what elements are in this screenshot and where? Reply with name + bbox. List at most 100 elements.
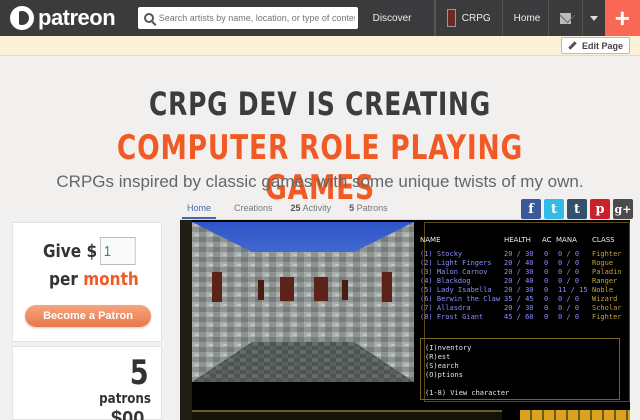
party-name: (7) Allasdra — [420, 304, 471, 312]
game-screenshot[interactable]: NAME HEALTH AC MANA CLASS (1) Stocky 20 /… — [180, 220, 630, 420]
party-class: Rogue — [592, 259, 614, 267]
month-label: month — [83, 269, 139, 290]
tab-patrons[interactable]: 5 Patrons — [349, 203, 388, 219]
party-name: (4) Blackdog — [420, 277, 471, 285]
party-class: Paladin — [592, 268, 622, 276]
logo-text: patreon — [38, 5, 116, 30]
party-class: Fighter — [592, 250, 622, 258]
become-patron-button[interactable]: Become a Patron — [25, 305, 151, 327]
dungeon-scene — [192, 222, 414, 382]
search-box[interactable] — [137, 7, 358, 29]
menu-line[interactable]: (S)earch — [425, 362, 615, 371]
col-ac: AC — [542, 236, 552, 244]
party-name: (3) Malon Carnov — [420, 268, 488, 276]
nav-dropdown[interactable] — [583, 0, 605, 36]
party-ac: 0 — [544, 250, 549, 258]
pledge-card: Give $ per month Become a Patron — [12, 222, 162, 342]
nav-home[interactable]: Home — [503, 0, 549, 36]
party-health: 35 / 45 — [504, 295, 534, 303]
per-month-label: per month — [49, 269, 139, 290]
party-mana: 11 / 15 — [558, 286, 588, 294]
party-ac: 0 — [544, 268, 549, 276]
party-mana: 0 / 0 — [558, 304, 580, 312]
party-mana: 0 / 0 — [558, 295, 580, 303]
game-frame — [180, 220, 192, 420]
social-share: f t t p g+ — [521, 199, 636, 219]
party-mana: 0 / 0 — [558, 250, 580, 258]
patrons-card: 5 patrons $00 — [12, 346, 162, 420]
menu-line[interactable]: (1-8) View character — [425, 389, 615, 398]
party-class: Wizard — [592, 295, 618, 303]
pinterest-icon[interactable]: p — [590, 199, 610, 219]
edit-page-button[interactable]: Edit Page — [560, 37, 630, 54]
tab-home[interactable]: Home — [182, 203, 217, 219]
account-name: CRPG — [461, 12, 491, 24]
creator-heading: CRPG DEV IS CREATING — [148, 85, 491, 123]
edit-bar: Edit Page — [0, 36, 640, 56]
party-name: (5) Lady Isabella — [420, 286, 492, 294]
party-health: 20 / 30 — [504, 286, 534, 294]
chevron-down-icon — [589, 15, 598, 21]
facebook-icon[interactable]: f — [521, 199, 541, 219]
party-class: Noble — [592, 286, 614, 294]
col-name: NAME — [420, 236, 441, 244]
search-icon — [143, 13, 154, 23]
page-tagline: CRPGs inspired by classic games with som… — [56, 172, 584, 191]
edit-page-label: Edit Page — [581, 40, 623, 51]
party-health: 20 / 40 — [504, 259, 534, 267]
party-ac: 0 — [544, 295, 549, 303]
dungeon-viewport — [192, 222, 414, 382]
party-mana: 0 / 0 — [558, 259, 580, 267]
search-input[interactable] — [158, 13, 355, 23]
tumblr-icon[interactable]: t — [567, 199, 587, 219]
menu-line[interactable]: (I)nventory — [425, 344, 615, 353]
google-plus-icon[interactable]: g+ — [613, 199, 633, 219]
party-health: 20 / 30 — [504, 304, 534, 312]
page-tabs: Home Creations 25 Activity 5 Patrons — [182, 203, 406, 219]
party-class: Scholar — [592, 304, 622, 312]
col-health: HEALTH — [504, 236, 531, 244]
col-class: CLASS — [592, 236, 615, 244]
nav-discover[interactable]: Discover — [362, 0, 435, 36]
nav-account[interactable]: CRPG — [434, 0, 503, 36]
per-label: per — [49, 269, 78, 290]
party-health: 20 / 30 — [504, 268, 534, 276]
party-class: Ranger — [592, 277, 618, 285]
party-mana: 0 / 0 — [558, 313, 580, 321]
tab-creations[interactable]: Creations — [234, 203, 273, 219]
menu-line[interactable]: (R)est — [425, 353, 615, 362]
top-nav: patreon Discover CRPG Home + — [0, 0, 640, 36]
party-name: (8) Frost Giant — [420, 313, 484, 321]
game-status-bar — [192, 410, 502, 420]
creating-heading: COMPUTER ROLE PLAYING GAMES — [116, 128, 524, 208]
party-ac: 0 — [544, 286, 549, 294]
activity-count: 25 — [290, 203, 301, 213]
patrons-cut-text: $00 — [111, 409, 151, 420]
patron-count-label: patrons — [99, 391, 151, 407]
party-name: (2) Light Fingers — [420, 259, 492, 267]
party-mana: 0 / 0 — [558, 268, 580, 276]
col-mana: MANA — [556, 236, 577, 244]
mail-icon — [559, 12, 571, 24]
menu-line — [425, 380, 615, 389]
party-class: Fighter — [592, 313, 622, 321]
pledge-amount-input[interactable] — [99, 237, 136, 265]
tab-activity[interactable]: 25 Activity — [291, 203, 332, 219]
give-row: Give $ — [43, 237, 136, 265]
party-name: (1) Stocky — [420, 250, 463, 258]
party-ac: 0 — [544, 313, 549, 321]
patreon-logo-icon — [10, 6, 34, 30]
menu-line[interactable]: (O)ptions — [425, 371, 615, 380]
party-ac: 0 — [544, 304, 549, 312]
create-post-button[interactable]: + — [604, 0, 640, 36]
twitter-icon[interactable]: t — [544, 199, 564, 219]
game-command-menu: (I)nventory (R)est (S)earch (O)ptions (1… — [420, 338, 620, 400]
nav-messages[interactable] — [549, 0, 583, 36]
patrons-count: 5 — [349, 203, 355, 213]
party-health: 20 / 30 — [504, 250, 534, 258]
avatar — [446, 9, 456, 27]
patreon-logo[interactable]: patreon — [10, 5, 130, 31]
activity-label: Activity — [302, 203, 332, 213]
game-hotbar — [520, 410, 630, 420]
party-health: 45 / 60 — [504, 313, 534, 321]
